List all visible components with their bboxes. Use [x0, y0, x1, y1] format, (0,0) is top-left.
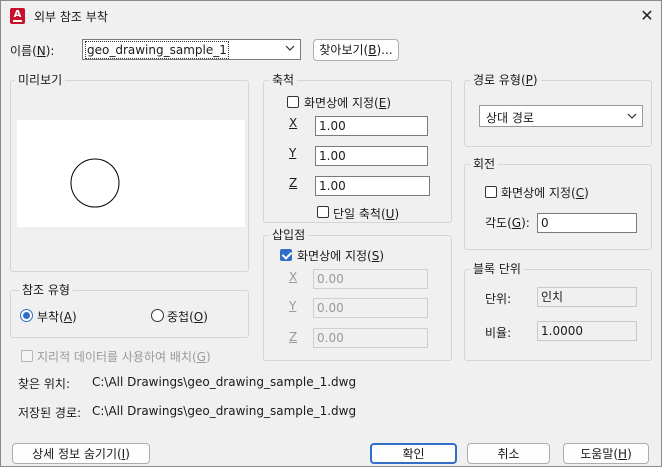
hide-details-button[interactable]: 상세 정보 숨기기(I) — [12, 443, 150, 464]
close-icon[interactable]: ✕ — [637, 6, 657, 26]
rotation-specify-label: 화면상에 지정(C) — [501, 186, 589, 200]
attach-radio[interactable] — [20, 309, 33, 322]
block-factor-value: 1.0000 — [537, 321, 637, 341]
rotation-angle-input[interactable]: 0 — [537, 213, 637, 233]
saved-path-label: 저장된 경로: — [18, 406, 82, 420]
window-title: 외부 참조 부착 — [34, 10, 108, 24]
ok-button[interactable]: 확인 — [370, 443, 457, 464]
scale-z-input[interactable]: 1.00 — [315, 176, 430, 196]
found-in-label: 찾은 위치: — [18, 377, 71, 391]
preview-drawing-circle — [70, 158, 120, 208]
scale-x-label: X — [289, 116, 298, 130]
block-factor-label: 비율: — [485, 326, 512, 340]
scale-y-label: Y — [289, 146, 297, 160]
rotation-title: 회전 — [470, 155, 499, 172]
name-combobox[interactable]: geo_drawing_sample_1 — [82, 39, 301, 60]
block-unit-group — [464, 269, 652, 361]
attach-label: 부착(A) — [37, 310, 77, 324]
rotation-angle-label: 각도(G): — [485, 216, 530, 230]
insertion-x-label: X — [289, 270, 298, 284]
block-unit-value: 인치 — [537, 287, 637, 307]
geo-data-label: 지리적 데이터를 사용하여 배치(G) — [37, 350, 211, 364]
scale-title: 축척 — [269, 71, 298, 88]
found-in-path: C:\All Drawings\geo_drawing_sample_1.dwg — [92, 375, 357, 389]
name-combobox-value: geo_drawing_sample_1 — [85, 41, 229, 59]
block-unit-label: 단위: — [485, 292, 512, 306]
insertion-x-input[interactable]: 0.00 — [313, 269, 428, 289]
title-bar: A 외부 참조 부착 ✕ — [1, 1, 661, 31]
scale-y-input[interactable]: 1.00 — [315, 146, 428, 166]
insertion-specify-checkbox[interactable] — [280, 249, 292, 261]
geo-data-checkbox[interactable] — [21, 350, 33, 362]
scale-specify-label: 화면상에 지정(E) — [304, 96, 392, 110]
preview-canvas — [17, 120, 245, 227]
insertion-title: 삽입점 — [269, 226, 309, 243]
path-type-value: 상대 경로 — [486, 111, 534, 125]
scale-specify-checkbox[interactable] — [287, 96, 299, 108]
rotation-group — [464, 164, 652, 250]
insertion-z-label: Z — [289, 330, 298, 344]
reference-type-title: 참조 유형 — [19, 281, 73, 298]
cancel-button[interactable]: 취소 — [467, 443, 550, 464]
browse-button[interactable]: 찾아보기(B)... — [313, 39, 399, 61]
name-label: 이름(N): — [10, 44, 55, 58]
block-unit-title: 블록 단위 — [470, 260, 524, 277]
autocad-app-icon: A — [10, 8, 25, 24]
scale-x-input[interactable]: 1.00 — [315, 116, 428, 136]
overlay-label: 중첩(O) — [167, 310, 208, 324]
path-type-title: 경로 유형(P) — [470, 71, 541, 88]
chevron-down-icon — [284, 42, 296, 54]
chevron-down-icon — [626, 110, 638, 122]
rotation-specify-checkbox[interactable] — [485, 186, 497, 198]
help-button[interactable]: 도움말(H) — [563, 443, 649, 464]
insertion-y-input[interactable]: 0.00 — [313, 298, 428, 318]
saved-path-value: C:\All Drawings\geo_drawing_sample_1.dwg — [92, 404, 357, 418]
insertion-z-input[interactable]: 0.00 — [313, 328, 428, 348]
uniform-scale-checkbox[interactable] — [317, 206, 329, 218]
scale-z-label: Z — [289, 176, 298, 190]
xref-attach-dialog: A 외부 참조 부착 ✕ 이름(N): geo_drawing_sample_1… — [0, 0, 662, 467]
overlay-radio[interactable] — [151, 309, 164, 322]
path-type-dropdown[interactable]: 상대 경로 — [479, 105, 643, 127]
insertion-specify-label: 화면상에 지정(S) — [297, 249, 385, 263]
insertion-y-label: Y — [289, 299, 297, 313]
uniform-scale-label: 단일 축척(U) — [333, 207, 400, 221]
preview-title: 미리보기 — [15, 71, 66, 88]
